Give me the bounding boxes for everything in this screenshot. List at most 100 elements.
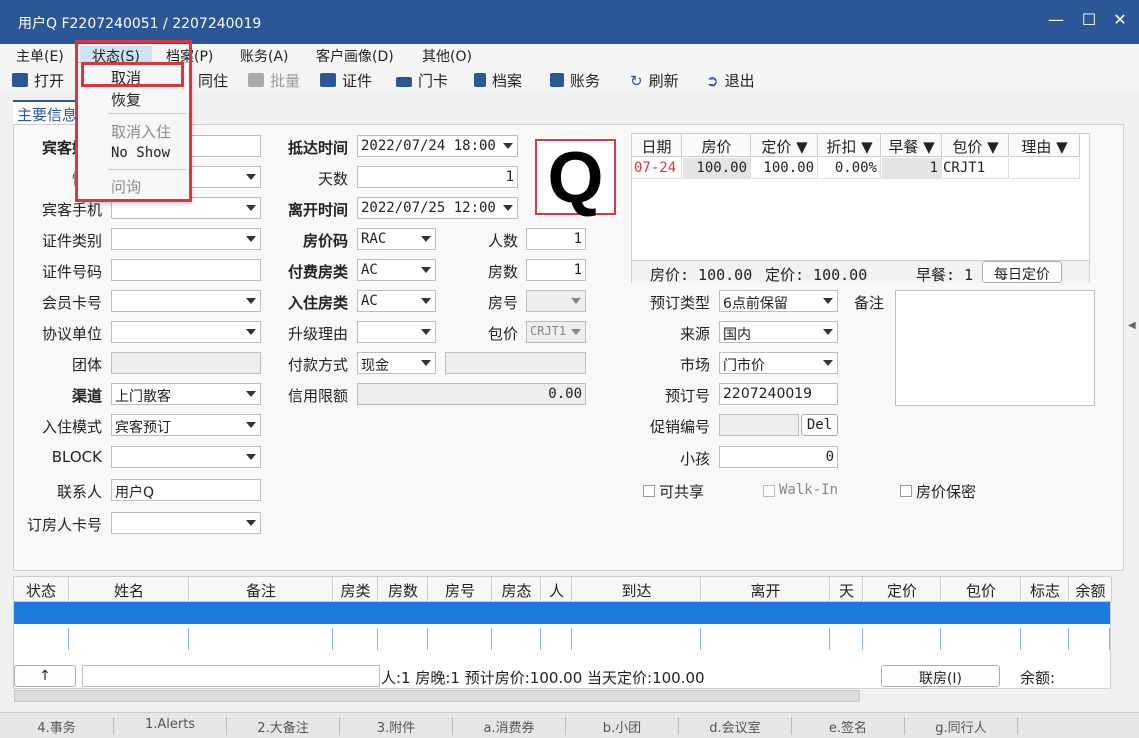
grid-header-balance[interactable]: 余额	[1070, 577, 1112, 602]
rate-cell-rate[interactable]: 100.00	[683, 158, 751, 179]
rate-cell-discount[interactable]: 0.00%	[819, 158, 881, 179]
channel-select[interactable]: 上门散客	[111, 383, 261, 405]
table-row[interactable]: Q 用户Q AC 1 1 07/24 18:00 07/25 12:00 1 1…	[14, 602, 1110, 650]
tab-companions[interactable]: g.同行人	[905, 717, 1018, 736]
grid-cell-balance[interactable]	[1070, 628, 1110, 650]
rate-header-date[interactable]: 日期	[632, 134, 682, 157]
menu-customer-portrait[interactable]: 客户画像(D)	[316, 46, 394, 66]
horizontal-scrollbar[interactable]	[14, 690, 860, 702]
daily-rate-button[interactable]: 每日定价	[982, 261, 1062, 283]
rate-cell-date[interactable]: 07-24	[632, 158, 682, 179]
upgrade-reason-select[interactable]	[357, 321, 436, 343]
together-button[interactable]: 同住	[198, 70, 228, 91]
grid-cell-room-status[interactable]	[493, 628, 541, 650]
rate-cell-breakfast[interactable]: 1	[882, 158, 942, 179]
grid-header-rooms[interactable]: 房数	[379, 577, 428, 602]
checkin-room-type-select[interactable]: AC	[357, 290, 436, 312]
grid-cell-depart[interactable]: 07/25 12:00	[702, 628, 830, 650]
account-button[interactable]: 账务	[550, 70, 600, 91]
rate-cell-reason[interactable]	[1010, 158, 1080, 179]
group-input[interactable]	[111, 352, 261, 374]
payment-extra-input[interactable]	[445, 352, 586, 374]
tab-vouchers[interactable]: a.消费券	[453, 717, 566, 736]
grid-cell-days[interactable]: 1	[831, 628, 863, 650]
exit-button[interactable]: ➲ 退出	[706, 70, 755, 91]
depart-time-select[interactable]: 2022/07/25 12:00	[357, 197, 518, 219]
grid-cell-flag[interactable]: 自己	[1022, 628, 1069, 650]
days-input[interactable]: 1	[357, 166, 518, 188]
credit-limit-input[interactable]: 0.00	[357, 383, 586, 405]
rate-header-discount[interactable]: 折扣 ▼	[819, 134, 881, 157]
grid-cell-rooms[interactable]: 1	[379, 628, 428, 650]
minimize-icon[interactable]: —	[1046, 10, 1066, 32]
market-select[interactable]: 门市价	[719, 352, 838, 374]
grid-header-days[interactable]: 天	[831, 577, 863, 602]
tab-affairs[interactable]: 4.事务	[0, 717, 114, 736]
checkin-mode-select[interactable]: 宾客预订	[111, 414, 261, 436]
file-button[interactable]: 档案	[474, 70, 522, 91]
promo-code-input[interactable]	[719, 414, 799, 436]
grid-header-room-status[interactable]: 房态	[493, 577, 541, 602]
id-number-input[interactable]	[111, 259, 261, 281]
grid-header-room-type[interactable]: 房类	[334, 577, 378, 602]
rate-header-package[interactable]: 包价 ▼	[943, 134, 1009, 157]
menu-main[interactable]: 主单(E)	[16, 46, 64, 66]
grid-cell-arrive[interactable]: 07/24 18:00	[573, 628, 701, 650]
side-collapse-icon[interactable]: ◀	[1128, 320, 1136, 331]
maximize-icon[interactable]: ☐	[1079, 10, 1099, 32]
grid-header-arrive[interactable]: 到达	[573, 577, 701, 602]
rate-cell-package[interactable]: CRJT1	[943, 158, 1009, 179]
shareable-checkbox[interactable]	[643, 485, 655, 497]
grid-header-flag[interactable]: 标志	[1022, 577, 1069, 602]
rate-header-breakfast[interactable]: 早餐 ▼	[882, 134, 942, 157]
rate-header-fixed[interactable]: 定价 ▼	[752, 134, 818, 157]
agreement-unit-select[interactable]	[111, 321, 261, 343]
grid-header-package[interactable]: 包价	[942, 577, 1021, 602]
persons-input[interactable]: 1	[526, 228, 586, 250]
id-type-select[interactable]	[111, 228, 261, 250]
grid-cell-package[interactable]: CRJT1	[942, 628, 1021, 650]
refresh-button[interactable]: ↻ 刷新	[630, 70, 679, 91]
booking-type-select[interactable]: 6点前保留	[719, 290, 838, 312]
tab-small-group[interactable]: b.小团	[566, 717, 679, 736]
grid-cell-room-type[interactable]: AC	[334, 628, 378, 650]
id-button[interactable]: 证件	[320, 70, 372, 91]
grid-header-remark[interactable]: 备注	[190, 577, 333, 602]
menu-account[interactable]: 账务(A)	[240, 46, 289, 66]
rooms-input[interactable]: 1	[526, 259, 586, 281]
block-select[interactable]	[111, 446, 261, 468]
grid-header-status[interactable]: 状态	[14, 577, 69, 602]
arrive-time-select[interactable]: 2022/07/24 18:00	[357, 135, 518, 157]
walkin-checkbox[interactable]	[763, 485, 775, 497]
grid-header-name[interactable]: 姓名	[70, 577, 189, 602]
grid-cell-remark[interactable]	[190, 628, 333, 650]
grid-cell-rate[interactable]: 100.00	[864, 628, 941, 650]
tab-attachments[interactable]: 3.附件	[340, 717, 453, 736]
open-button[interactable]: 打开	[12, 70, 64, 91]
rate-cell-fixed[interactable]: 100.00	[752, 158, 818, 179]
source-select[interactable]: 国内	[719, 321, 838, 343]
room-no-select[interactable]	[526, 290, 586, 312]
package-select[interactable]: CRJT1	[526, 321, 586, 343]
del-button[interactable]: Del	[801, 414, 838, 436]
link-room-button[interactable]: 联房(I)	[881, 665, 1000, 687]
booker-card-select[interactable]	[111, 512, 261, 534]
paid-room-type-select[interactable]: AC	[357, 259, 436, 281]
grid-header-persons[interactable]: 人	[542, 577, 572, 602]
tab-alerts[interactable]: 1.Alerts	[114, 717, 227, 735]
menu-other[interactable]: 其他(O)	[422, 46, 472, 66]
payment-method-select[interactable]: 现金	[357, 352, 436, 374]
rate-code-select[interactable]: RAC	[357, 228, 436, 250]
rate-header-reason[interactable]: 理由 ▼	[1010, 134, 1080, 157]
grid-cell-room-no[interactable]	[429, 628, 492, 650]
grid-header-rate[interactable]: 定价	[864, 577, 941, 602]
batch-button[interactable]: 批量	[248, 70, 300, 91]
scroll-up-button[interactable]: ↑	[14, 665, 76, 687]
room-card-button[interactable]: 门卡	[396, 70, 448, 91]
tab-meeting-room[interactable]: d.会议室	[679, 717, 792, 736]
rate-secret-checkbox[interactable]	[900, 485, 912, 497]
child-input[interactable]: 0	[719, 446, 838, 468]
rate-header-rate[interactable]: 房价	[683, 134, 751, 157]
remark-textarea[interactable]	[895, 290, 1095, 406]
grid-header-depart[interactable]: 离开	[702, 577, 830, 602]
